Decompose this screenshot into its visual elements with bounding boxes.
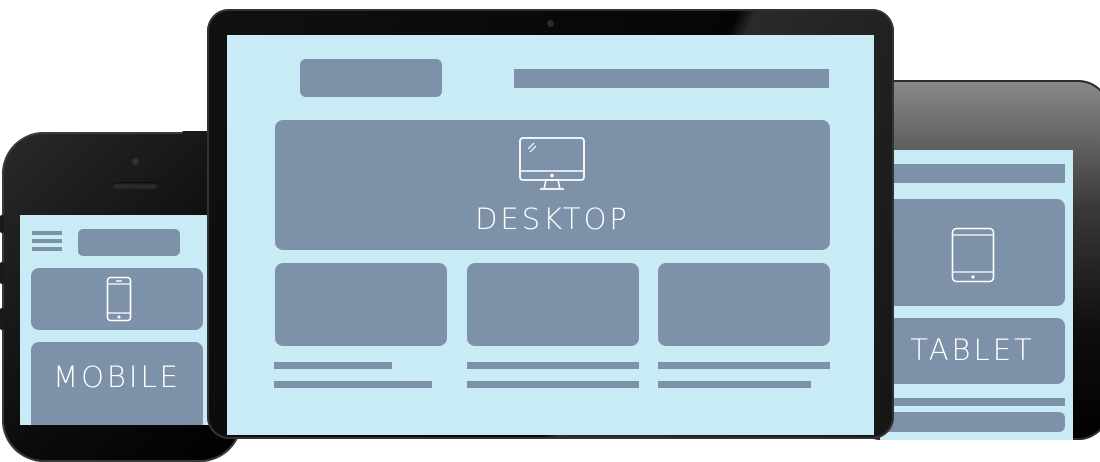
- phone-camera: [131, 157, 140, 166]
- mobile-screen: MOBILE: [20, 215, 220, 425]
- desktop-card-2: [467, 263, 639, 346]
- tablet-label: TABLET: [910, 333, 1035, 367]
- phone-side-button: [0, 215, 4, 233]
- tablet-header-bar: [880, 164, 1065, 183]
- desktop-monitor-icon: [519, 137, 585, 190]
- mobile-logo-placeholder: [78, 229, 180, 256]
- desktop-hero-block: DESKTOP: [275, 120, 830, 250]
- desktop-card-3-text-line-2: [658, 381, 811, 388]
- tablet-text-line: [880, 398, 1065, 406]
- desktop-label: DESKTOP: [475, 202, 630, 236]
- tablet-content-block: TABLET: [880, 318, 1065, 384]
- desktop-card-2-text-line-2: [467, 381, 639, 388]
- desktop-logo-placeholder: [300, 59, 442, 97]
- tablet-text-line-2: [880, 412, 1065, 432]
- desktop-nav-bar: [514, 69, 829, 88]
- mobile-label: MOBILE: [53, 360, 181, 394]
- tablet-icon: [951, 227, 995, 283]
- desktop-card-1: [275, 263, 447, 346]
- phone-volume-up-button: [0, 262, 4, 284]
- desktop-card-3-text-line-1: [658, 362, 830, 369]
- desktop-camera: [547, 20, 554, 27]
- desktop-card-1-text-line-2: [274, 381, 432, 388]
- desktop-card-2-text-line-1: [467, 362, 639, 369]
- tablet-screen: TABLET: [880, 150, 1073, 440]
- phone-volume-down-button: [0, 308, 4, 330]
- desktop-card-1-text-line-1: [274, 362, 392, 369]
- desktop-card-3: [658, 263, 830, 346]
- smartphone-icon: [106, 276, 132, 322]
- desktop-screen: DESKTOP: [227, 35, 874, 435]
- hamburger-menu-icon[interactable]: [32, 231, 62, 251]
- mobile-content-block: MOBILE: [31, 342, 203, 425]
- mobile-hero-block: [31, 268, 203, 330]
- tablet-hero-block: [880, 199, 1065, 306]
- phone-speaker: [112, 182, 158, 189]
